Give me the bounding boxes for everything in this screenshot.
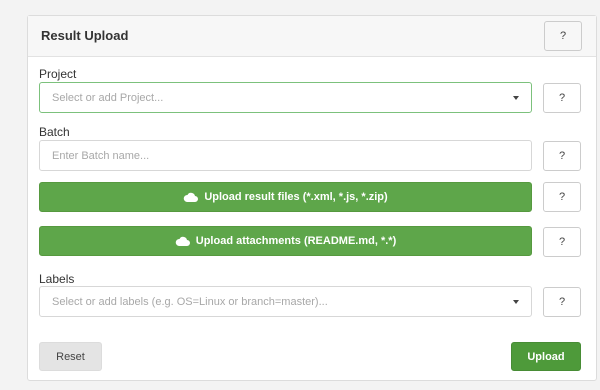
labels-label: Labels <box>39 272 75 286</box>
upload-result-files-label: Upload result files (*.xml, *.js, *.zip) <box>204 191 388 203</box>
upload-button[interactable]: Upload <box>511 342 581 371</box>
labels-placeholder: Select or add labels (e.g. OS=Linux or b… <box>52 295 328 308</box>
project-placeholder: Select or add Project... <box>52 91 164 104</box>
panel-header: Result Upload ? <box>28 16 596 57</box>
reset-button[interactable]: Reset <box>39 342 102 371</box>
upload-result-files-button[interactable]: Upload result files (*.xml, *.js, *.zip) <box>39 182 532 212</box>
labels-help-button[interactable]: ? <box>543 287 581 317</box>
chevron-down-icon <box>513 96 519 100</box>
batch-input[interactable]: Enter Batch name... <box>39 140 532 171</box>
upload-attachments-help-button[interactable]: ? <box>543 227 581 257</box>
panel-help-button[interactable]: ? <box>544 21 582 51</box>
upload-attachments-label: Upload attachments (README.md, *.*) <box>195 235 397 247</box>
upload-results-help-button[interactable]: ? <box>543 182 581 212</box>
batch-help-button[interactable]: ? <box>543 141 581 171</box>
project-help-button[interactable]: ? <box>543 83 581 113</box>
project-select[interactable]: Select or add Project... <box>39 82 532 113</box>
cloud-icon <box>175 236 190 246</box>
cloud-icon <box>184 192 199 202</box>
labels-select[interactable]: Select or add labels (e.g. OS=Linux or b… <box>39 286 532 317</box>
panel-title: Result Upload <box>41 28 129 43</box>
project-label: Project <box>39 67 77 81</box>
batch-placeholder: Enter Batch name... <box>52 149 150 162</box>
result-upload-panel: Result Upload ? Project Select or add Pr… <box>27 15 597 381</box>
chevron-down-icon <box>513 300 519 304</box>
upload-attachments-button[interactable]: Upload attachments (README.md, *.*) <box>39 226 532 256</box>
batch-label: Batch <box>39 125 70 139</box>
